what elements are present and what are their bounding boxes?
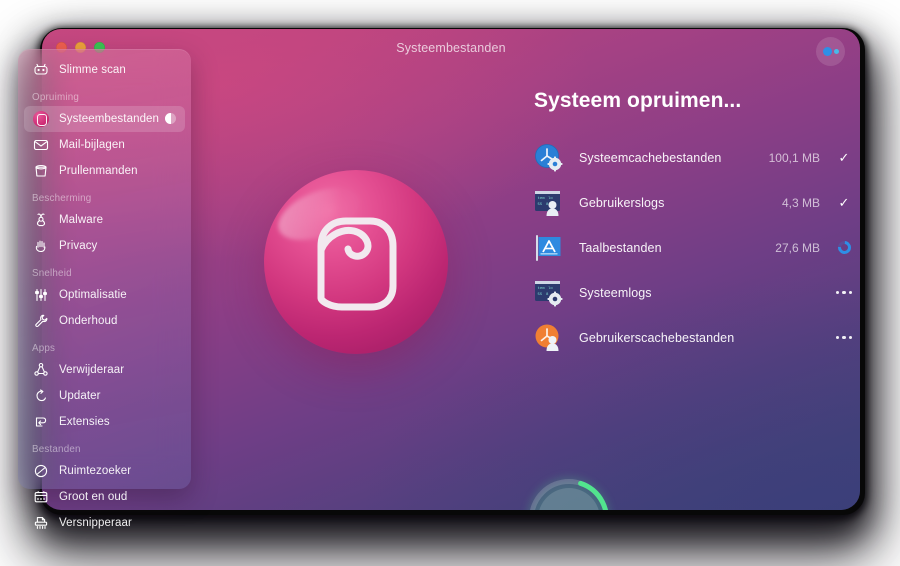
sidebar-item-label: Updater xyxy=(59,390,101,402)
sidebar-item-label: Prullenmanden xyxy=(59,165,138,177)
svg-text:55: 55 xyxy=(538,203,543,207)
update-arrow-icon xyxy=(32,387,50,405)
sidebar-heading: Opruiming xyxy=(32,92,79,103)
status-loading-icon xyxy=(834,238,854,257)
uninstaller-icon xyxy=(32,361,50,379)
settings-dot-secondary xyxy=(833,49,839,54)
calendar-icon xyxy=(32,488,50,506)
cleanmymac-logo xyxy=(264,170,448,354)
settings-dot-primary xyxy=(822,47,832,56)
sidebar-item-label: Ruimtezoeker xyxy=(59,465,132,477)
stop-button[interactable]: Stop xyxy=(523,473,615,510)
screenshot-root: Systeembestanden Systeem opruimen... Sys… xyxy=(0,0,900,566)
sidebar-heading: Bestanden xyxy=(32,444,81,455)
sidebar-item-smart-scan[interactable]: Slimme scan xyxy=(24,57,185,83)
sidebar-item-versnipperaar[interactable]: Versnipperaar xyxy=(24,510,185,536)
sidebar-item-label: Extensies xyxy=(59,416,110,428)
sidebar-item-label: Optimalisatie xyxy=(59,289,127,301)
wrench-icon xyxy=(32,312,50,330)
sidebar-item-label: Mail-bijlagen xyxy=(59,139,125,151)
sidebar-item-verwijderaar[interactable]: Verwijderaar xyxy=(24,357,185,383)
sidebar: Slimme scan Opruiming Systeembestanden M… xyxy=(18,49,191,529)
clock-gear-blue-icon xyxy=(534,143,563,172)
cleanmymac-icon xyxy=(32,110,50,128)
sidebar-item-onderhoud[interactable]: Onderhoud xyxy=(24,308,185,334)
list-item[interactable]: Taalbestanden 27,6 MB xyxy=(534,225,854,270)
list-item-name: Systeemcachebestanden xyxy=(579,150,722,165)
sidebar-item-label: Privacy xyxy=(59,240,98,252)
sidebar-item-ruimtezoeker[interactable]: Ruimtezoeker xyxy=(24,458,185,484)
status-done-icon: ✓ xyxy=(838,195,850,210)
svg-text:lo: lo xyxy=(548,286,553,291)
terminal-gear-icon: tem lo 55 8 xyxy=(534,278,563,307)
sidebar-heading: Snelheid xyxy=(32,268,72,279)
mail-icon xyxy=(32,136,50,154)
clock-user-orange-icon xyxy=(534,323,563,352)
sidebar-item-privacy[interactable]: Privacy xyxy=(24,233,185,259)
sidebar-heading: Apps xyxy=(32,343,56,354)
sidebar-item-extensies[interactable]: Extensies xyxy=(24,409,185,435)
list-item-size: 100,1 MB xyxy=(768,150,820,165)
sidebar-item-systeembestanden[interactable]: Systeembestanden xyxy=(24,106,185,132)
list-item[interactable]: Gebruikerscachebestanden xyxy=(534,315,853,360)
status-pending-icon xyxy=(835,335,853,340)
sidebar-item-label: Onderhoud xyxy=(59,315,118,327)
sidebar-item-label: Slimme scan xyxy=(59,64,126,76)
sidebar-item-label: Malware xyxy=(59,214,104,226)
list-item-name: Gebruikerscachebestanden xyxy=(579,330,735,345)
svg-text:tem: tem xyxy=(538,197,546,201)
cleanup-item-list: Systeemcachebestanden 100,1 MB ✓ temlo xyxy=(534,135,854,360)
list-item[interactable]: tem lo 55 8 Systeemlogs xyxy=(534,270,853,315)
sidebar-item-label: Systeembestanden xyxy=(59,113,160,125)
settings-avatar-icon[interactable] xyxy=(816,37,845,66)
sliders-icon xyxy=(32,286,50,304)
biohazard-icon xyxy=(32,211,50,229)
list-item-size: 27,6 MB xyxy=(775,240,820,255)
sidebar-item-prullenmanden[interactable]: Prullenmanden xyxy=(24,158,185,184)
trash-icon xyxy=(32,162,50,180)
language-flag-icon xyxy=(534,233,563,262)
svg-text:tem: tem xyxy=(538,287,546,291)
list-item[interactable]: tem lo 55 8 Gebruikerslogs 4,3 MB ✓ xyxy=(534,180,852,225)
list-item-name: Gebruikerslogs xyxy=(579,195,665,210)
page-title: Systeem opruimen... xyxy=(534,89,742,112)
sidebar-item-optimalisatie[interactable]: Optimalisatie xyxy=(24,282,185,308)
shredder-icon xyxy=(32,514,50,532)
terminal-user-icon: tem lo 55 8 xyxy=(534,188,563,217)
main-panel: Systeem opruimen... Systeemcachebestande… xyxy=(492,89,854,360)
sidebar-item-label: Versnipperaar xyxy=(59,517,132,529)
list-item[interactable]: Systeemcachebestanden 100,1 MB ✓ xyxy=(534,135,852,180)
sidebar-item-malware[interactable]: Malware xyxy=(24,207,185,233)
list-item-name: Taalbestanden xyxy=(579,240,662,255)
space-lens-icon xyxy=(32,462,50,480)
status-pending-icon xyxy=(835,290,853,295)
list-item-size: 4,3 MB xyxy=(781,195,820,210)
hand-icon xyxy=(32,237,50,255)
sidebar-progress-badge xyxy=(165,113,176,124)
sidebar-item-updater[interactable]: Updater xyxy=(24,383,185,409)
extensions-icon xyxy=(32,413,50,431)
status-done-icon: ✓ xyxy=(838,150,850,165)
svg-text:lo: lo xyxy=(548,196,553,201)
sidebar-item-groot-en-oud[interactable]: Groot en oud xyxy=(24,484,185,510)
smart-scan-icon xyxy=(32,61,50,79)
sidebar-item-mail-bijlagen[interactable]: Mail-bijlagen xyxy=(24,132,185,158)
sidebar-heading: Bescherming xyxy=(32,193,92,204)
list-item-name: Systeemlogs xyxy=(579,285,652,300)
svg-text:55: 55 xyxy=(538,293,543,297)
logo-glyph-icon xyxy=(317,217,397,311)
sidebar-item-label: Verwijderaar xyxy=(59,364,125,376)
sidebar-item-label: Groot en oud xyxy=(59,491,128,503)
